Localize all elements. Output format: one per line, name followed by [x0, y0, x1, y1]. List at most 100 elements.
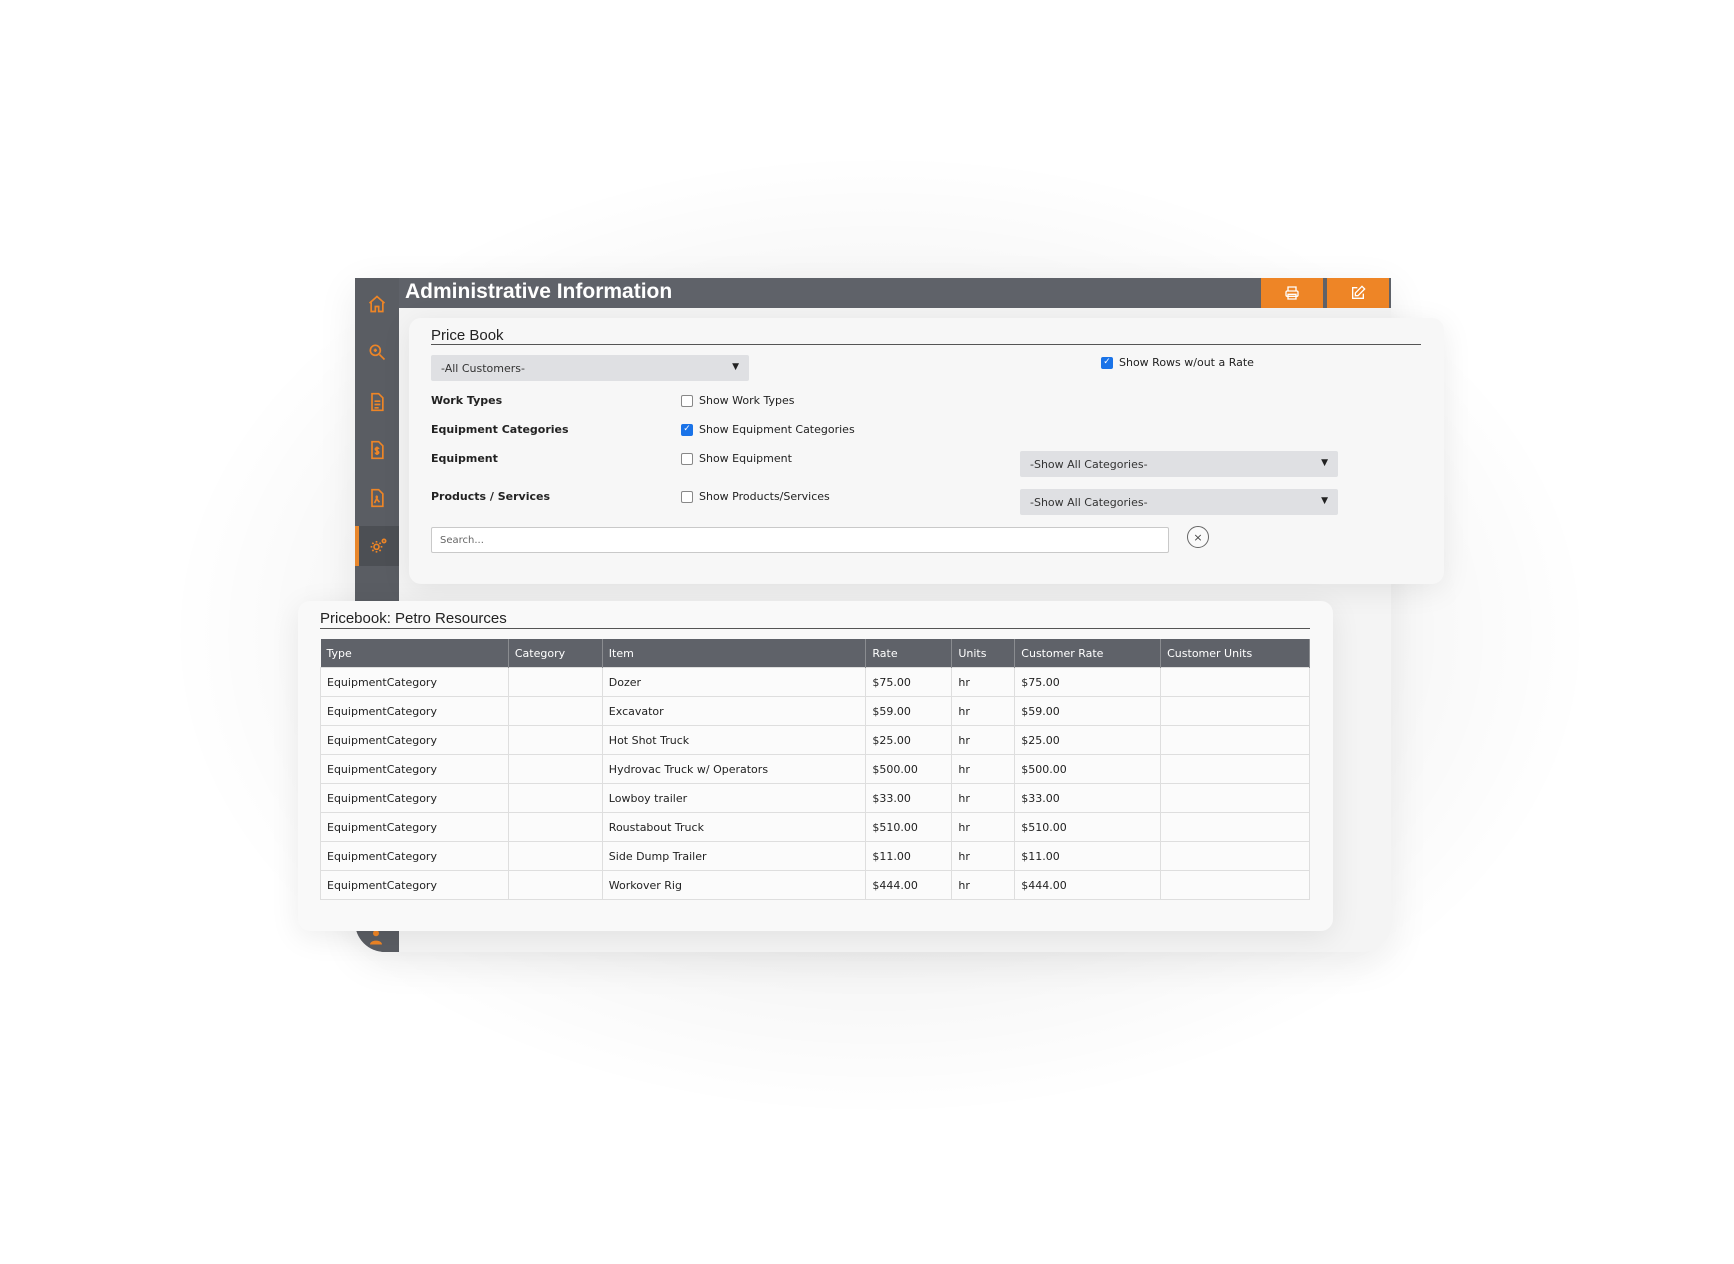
home-icon	[368, 295, 386, 313]
cell-type: EquipmentCategory	[320, 841, 509, 871]
equipment-category-select-value: -Show All Categories-	[1030, 458, 1148, 471]
chevron-down-icon: ▼	[732, 362, 739, 372]
sidebar-item-search[interactable]	[355, 332, 399, 372]
cell-customer-rate: $444.00	[1014, 870, 1162, 900]
cell-item: Excavator	[601, 696, 867, 726]
column-header-customer-units[interactable]: Customer Units	[1160, 639, 1310, 668]
cell-units: hr	[951, 696, 1016, 726]
cell-units: hr	[951, 870, 1016, 900]
show-equipment-categories-checkbox[interactable]: Show Equipment Categories	[681, 423, 855, 436]
checkbox-checked-icon	[681, 423, 693, 436]
cell-units: hr	[951, 725, 1016, 755]
cell-customer-units	[1160, 754, 1310, 784]
cell-units: hr	[951, 812, 1016, 842]
cell-item: Lowboy trailer	[601, 783, 867, 813]
cell-type: EquipmentCategory	[320, 812, 509, 842]
price-book-filter-panel: Price Book -All Customers- ▼ Show Rows w…	[409, 318, 1444, 584]
edit-button[interactable]	[1327, 278, 1389, 308]
cell-units: hr	[951, 841, 1016, 871]
clear-search-button[interactable]: ×	[1187, 526, 1209, 548]
checkbox-icon	[681, 452, 693, 465]
header-bar: Administrative Information	[399, 278, 1391, 308]
column-header-category[interactable]: Category	[508, 639, 603, 668]
table-row[interactable]: EquipmentCategory Excavator $59.00 hr $5…	[320, 696, 1310, 726]
cell-customer-rate: $11.00	[1014, 841, 1162, 871]
table-header-row: Type Category Item Rate Units Customer R…	[320, 639, 1310, 668]
print-button[interactable]	[1261, 278, 1323, 308]
table-row[interactable]: EquipmentCategory Lowboy trailer $33.00 …	[320, 783, 1310, 813]
customer-select[interactable]: -All Customers- ▼	[431, 355, 749, 381]
cell-type: EquipmentCategory	[320, 667, 509, 697]
equipment-category-select[interactable]: -Show All Categories- ▼	[1020, 451, 1338, 477]
cell-customer-units	[1160, 696, 1310, 726]
customer-select-value: -All Customers-	[441, 362, 525, 375]
cell-item: Workover Rig	[601, 870, 867, 900]
checkbox-label: Show Products/Services	[699, 490, 830, 503]
title-divider	[431, 344, 1421, 345]
print-icon	[1285, 286, 1299, 300]
sidebar-item-documents[interactable]	[355, 382, 399, 422]
sidebar-item-home[interactable]	[355, 284, 399, 324]
settings-icon	[370, 538, 387, 553]
column-header-item[interactable]: Item	[602, 639, 867, 668]
cell-customer-units	[1160, 783, 1310, 813]
cell-customer-units	[1160, 841, 1310, 871]
table-row[interactable]: EquipmentCategory Hydrovac Truck w/ Oper…	[320, 754, 1310, 784]
invoice-icon	[371, 440, 384, 460]
sidebar-item-pdf[interactable]	[355, 478, 399, 518]
pricebook-panel: Pricebook: Petro Resources Type Category…	[298, 601, 1333, 931]
table-row[interactable]: EquipmentCategory Dozer $75.00 hr $75.00	[320, 667, 1310, 697]
cell-type: EquipmentCategory	[320, 870, 509, 900]
checkbox-icon	[681, 394, 693, 407]
edit-icon	[1352, 285, 1366, 299]
show-work-types-checkbox[interactable]: Show Work Types	[681, 394, 795, 407]
column-header-type[interactable]: Type	[320, 639, 509, 668]
cell-type: EquipmentCategory	[320, 754, 509, 784]
close-icon: ×	[1193, 530, 1203, 544]
cell-customer-rate: $500.00	[1014, 754, 1162, 784]
checkbox-checked-icon	[1101, 356, 1113, 369]
products-category-select[interactable]: -Show All Categories- ▼	[1020, 489, 1338, 515]
cell-category	[507, 754, 603, 784]
cell-type: EquipmentCategory	[320, 725, 509, 755]
cell-rate: $59.00	[865, 696, 953, 726]
show-products-services-checkbox[interactable]: Show Products/Services	[681, 490, 830, 503]
cell-rate: $510.00	[865, 812, 953, 842]
checkbox-icon	[681, 490, 693, 503]
equipment-label: Equipment	[431, 452, 498, 465]
equipment-categories-label: Equipment Categories	[431, 423, 569, 436]
work-types-label: Work Types	[431, 394, 503, 407]
cell-category	[507, 783, 603, 813]
pdf-icon	[371, 488, 384, 508]
column-header-rate[interactable]: Rate	[865, 639, 953, 668]
cell-units: hr	[951, 783, 1016, 813]
search-input[interactable]	[431, 527, 1169, 553]
pricebook-table: Type Category Item Rate Units Customer R…	[320, 639, 1310, 900]
chevron-down-icon: ▼	[1321, 458, 1328, 468]
search-icon	[369, 344, 386, 361]
cell-customer-rate: $33.00	[1014, 783, 1162, 813]
show-rows-without-rate-checkbox[interactable]: Show Rows w/out a Rate	[1101, 356, 1254, 369]
sidebar-item-settings[interactable]	[355, 526, 399, 566]
table-row[interactable]: EquipmentCategory Workover Rig $444.00 h…	[320, 870, 1310, 900]
cell-item: Hot Shot Truck	[601, 725, 867, 755]
checkbox-label: Show Equipment	[699, 452, 792, 465]
table-row[interactable]: EquipmentCategory Roustabout Truck $510.…	[320, 812, 1310, 842]
cell-category	[507, 667, 603, 697]
page-title: Administrative Information	[405, 280, 673, 303]
products-category-select-value: -Show All Categories-	[1030, 496, 1148, 509]
table-row[interactable]: EquipmentCategory Hot Shot Truck $25.00 …	[320, 725, 1310, 755]
column-header-customer-rate[interactable]: Customer Rate	[1014, 639, 1162, 668]
cell-customer-rate: $75.00	[1014, 667, 1162, 697]
cell-units: hr	[951, 667, 1016, 697]
column-header-units[interactable]: Units	[951, 639, 1016, 668]
cell-rate: $25.00	[865, 725, 953, 755]
cell-units: hr	[951, 754, 1016, 784]
sidebar-item-invoices[interactable]	[355, 430, 399, 470]
cell-rate: $11.00	[865, 841, 953, 871]
cell-item: Hydrovac Truck w/ Operators	[601, 754, 867, 784]
cell-rate: $75.00	[865, 667, 953, 697]
table-row[interactable]: EquipmentCategory Side Dump Trailer $11.…	[320, 841, 1310, 871]
show-equipment-checkbox[interactable]: Show Equipment	[681, 452, 792, 465]
cell-item: Dozer	[601, 667, 867, 697]
